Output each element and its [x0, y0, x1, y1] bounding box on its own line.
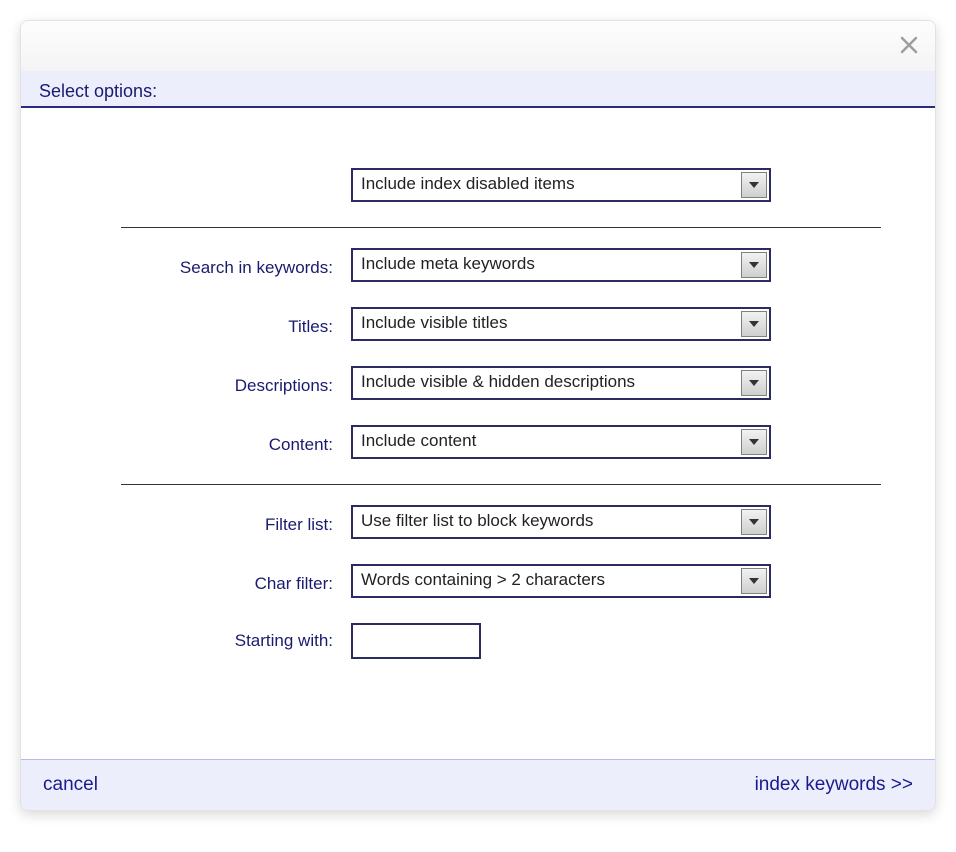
select-search-keywords[interactable]: Include meta keywords [351, 248, 771, 282]
row-index-disabled: Include index disabled items [81, 168, 875, 207]
chevron-down-icon [741, 172, 767, 198]
select-char-filter[interactable]: Words containing > 2 characters [351, 564, 771, 598]
dialog-body: Include index disabled items Search in k… [21, 108, 935, 759]
starting-with-input[interactable] [351, 623, 481, 659]
divider [121, 227, 881, 228]
chevron-down-icon [741, 370, 767, 396]
dialog-titlebar [21, 21, 935, 71]
label-starting-with: Starting with: [81, 631, 351, 651]
label-content: Content: [81, 435, 351, 455]
select-descriptions-value: Include visible & hidden descriptions [361, 372, 733, 392]
chevron-down-icon [741, 509, 767, 535]
select-content[interactable]: Include content [351, 425, 771, 459]
index-keywords-button[interactable]: index keywords >> [755, 774, 913, 796]
label-titles: Titles: [81, 317, 351, 337]
select-search-keywords-value: Include meta keywords [361, 254, 733, 274]
label-filter-list: Filter list: [81, 515, 351, 535]
chevron-down-icon [741, 252, 767, 278]
label-descriptions: Descriptions: [81, 376, 351, 396]
chevron-down-icon [741, 311, 767, 337]
row-search-keywords: Search in keywords: Include meta keyword… [81, 248, 875, 287]
row-titles: Titles: Include visible titles [81, 307, 875, 346]
select-filter-list-value: Use filter list to block keywords [361, 511, 733, 531]
chevron-down-icon [741, 568, 767, 594]
row-descriptions: Descriptions: Include visible & hidden d… [81, 366, 875, 405]
row-content: Content: Include content [81, 425, 875, 464]
cancel-button[interactable]: cancel [43, 774, 98, 796]
chevron-down-icon [741, 429, 767, 455]
select-filter-list[interactable]: Use filter list to block keywords [351, 505, 771, 539]
label-char-filter: Char filter: [81, 574, 351, 594]
row-filter-list: Filter list: Use filter list to block ke… [81, 505, 875, 544]
dialog-header: Select options: [21, 71, 935, 108]
dialog-footer: cancel index keywords >> [21, 759, 935, 810]
select-titles[interactable]: Include visible titles [351, 307, 771, 341]
row-starting-with: Starting with: [81, 623, 875, 659]
select-index-disabled-value: Include index disabled items [361, 174, 733, 194]
close-icon[interactable] [897, 33, 921, 57]
header-title: Select options: [39, 81, 157, 101]
select-descriptions[interactable]: Include visible & hidden descriptions [351, 366, 771, 400]
select-index-disabled[interactable]: Include index disabled items [351, 168, 771, 202]
select-content-value: Include content [361, 431, 733, 451]
select-titles-value: Include visible titles [361, 313, 733, 333]
label-search-keywords: Search in keywords: [81, 258, 351, 278]
select-char-filter-value: Words containing > 2 characters [361, 570, 733, 590]
row-char-filter: Char filter: Words containing > 2 charac… [81, 564, 875, 603]
divider [121, 484, 881, 485]
options-dialog: Select options: Include index disabled i… [20, 20, 936, 811]
